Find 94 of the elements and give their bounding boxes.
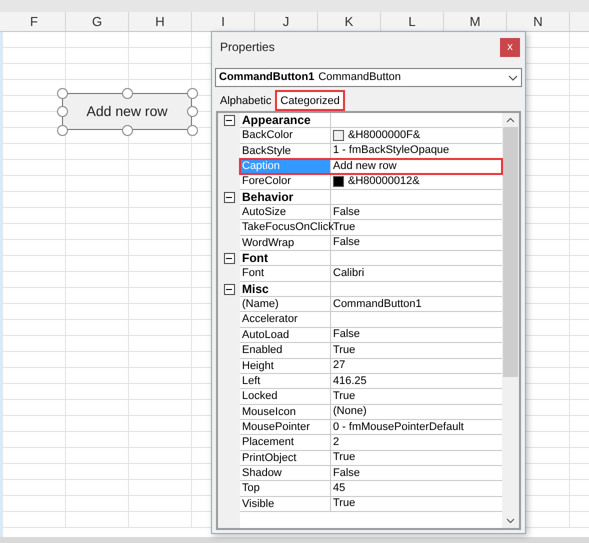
- property-row[interactable]: Shadow False: [240, 466, 502, 482]
- property-row[interactable]: Placement 2: [240, 435, 502, 451]
- property-row[interactable]: (Name) CommandButton1: [240, 297, 502, 312]
- property-row[interactable]: Accelerator: [240, 312, 502, 328]
- property-row[interactable]: Top 45: [240, 481, 502, 497]
- property-name[interactable]: Left: [240, 374, 331, 388]
- property-value[interactable]: &H8000000F&: [348, 128, 420, 144]
- property-value[interactable]: True: [333, 450, 356, 466]
- collapse-icon[interactable]: [224, 115, 234, 126]
- resize-handle[interactable]: [122, 88, 133, 99]
- property-value[interactable]: False: [333, 235, 360, 250]
- property-row[interactable]: Locked True: [240, 389, 502, 405]
- resize-handle[interactable]: [187, 88, 198, 99]
- property-name[interactable]: AutoLoad: [240, 328, 331, 342]
- property-row[interactable]: AutoSize False: [240, 205, 502, 220]
- tab[interactable]: Categorized: [275, 90, 345, 111]
- resize-handle[interactable]: [57, 88, 68, 99]
- property-name[interactable]: MousePointer: [240, 420, 331, 434]
- property-value[interactable]: True: [333, 388, 356, 404]
- property-value[interactable]: 1 - fmBackStyleOpaque: [333, 143, 450, 158]
- property-row[interactable]: ForeColor &H80000012&: [240, 174, 502, 190]
- close-button[interactable]: x: [500, 38, 520, 56]
- tab[interactable]: Alphabetic: [216, 92, 276, 111]
- property-name[interactable]: Accelerator: [240, 312, 331, 327]
- resize-handle[interactable]: [57, 125, 68, 136]
- property-row[interactable]: TakeFocusOnClickTrue: [240, 220, 502, 236]
- property-row[interactable]: BackColor &H8000000F&: [240, 128, 502, 144]
- property-row[interactable]: MousePointer 0 - fmMousePointerDefault: [240, 420, 502, 436]
- window-title: Properties: [220, 39, 275, 56]
- object-dropdown[interactable]: CommandButton1 CommandButton: [215, 68, 522, 87]
- property-value[interactable]: 27: [333, 358, 346, 374]
- object-type: CommandButton: [318, 70, 402, 86]
- property-name[interactable]: PrintObject: [240, 450, 331, 465]
- property-value[interactable]: CommandButton1: [333, 296, 422, 312]
- chevron-down-icon: [506, 518, 515, 524]
- property-value[interactable]: &H80000012&: [348, 174, 420, 190]
- resize-handle[interactable]: [122, 125, 133, 136]
- property-value[interactable]: 416.25: [333, 374, 367, 389]
- property-row[interactable]: Caption Add new row: [240, 159, 502, 174]
- collapse-icon[interactable]: [224, 192, 234, 203]
- property-value[interactable]: False: [333, 204, 360, 220]
- property-name[interactable]: WordWrap: [240, 236, 331, 250]
- property-name[interactable]: Placement: [240, 435, 331, 450]
- property-name[interactable]: BackStyle: [240, 144, 331, 158]
- object-name: CommandButton1: [219, 70, 314, 86]
- property-row[interactable]: Height 27: [240, 358, 502, 374]
- property-name[interactable]: Top: [240, 481, 331, 496]
- collapse-icon[interactable]: [224, 253, 234, 264]
- property-row[interactable]: Left 416.25: [240, 374, 502, 390]
- property-value[interactable]: 2: [333, 434, 340, 450]
- category-name: Misc: [240, 282, 331, 296]
- property-name[interactable]: Font: [240, 266, 331, 281]
- property-value[interactable]: False: [333, 466, 360, 481]
- property-name[interactable]: AutoSize: [240, 205, 331, 220]
- property-name[interactable]: BackColor: [240, 128, 331, 143]
- property-value[interactable]: Add new row: [333, 158, 397, 174]
- vertical-scrollbar[interactable]: [502, 113, 519, 528]
- category-name: Behavior: [240, 190, 331, 204]
- property-name[interactable]: Shadow: [240, 466, 331, 480]
- property-value[interactable]: Calibri: [333, 266, 364, 282]
- property-row[interactable]: AutoLoad False: [240, 328, 502, 344]
- column-header[interactable]: H: [129, 12, 192, 31]
- property-name[interactable]: Visible: [240, 496, 331, 511]
- property-row[interactable]: Visible True: [240, 496, 502, 512]
- resize-handle[interactable]: [187, 106, 198, 117]
- category-name: Appearance: [240, 113, 331, 128]
- property-name[interactable]: (Name): [240, 297, 331, 312]
- column-header[interactable]: F: [3, 12, 66, 31]
- property-name[interactable]: Enabled: [240, 343, 331, 358]
- chevron-up-icon: [506, 117, 515, 123]
- resize-handle[interactable]: [187, 125, 198, 136]
- property-value[interactable]: True: [333, 496, 356, 512]
- chevron-down-icon: [508, 74, 518, 80]
- column-header[interactable]: G: [66, 12, 129, 31]
- resize-handle[interactable]: [57, 106, 68, 117]
- property-value[interactable]: True: [333, 220, 356, 236]
- property-value[interactable]: (None): [333, 404, 367, 420]
- property-value[interactable]: 45: [333, 480, 346, 496]
- property-name[interactable]: MouseIcon: [240, 404, 331, 419]
- property-value[interactable]: 0 - fmMousePointerDefault: [333, 420, 464, 435]
- property-row[interactable]: Enabled True: [240, 343, 502, 358]
- property-name[interactable]: Locked: [240, 389, 331, 404]
- scrollbar-thumb[interactable]: [503, 127, 518, 377]
- category-name: Font: [240, 251, 331, 266]
- property-value[interactable]: False: [333, 327, 360, 342]
- property-name[interactable]: ForeColor: [240, 174, 331, 189]
- property-value[interactable]: True: [333, 342, 356, 358]
- property-row[interactable]: WordWrap False: [240, 236, 502, 252]
- property-row[interactable]: Font Calibri: [240, 266, 502, 282]
- property-name[interactable]: Height: [240, 358, 331, 373]
- command-button[interactable]: Add new row: [62, 93, 192, 130]
- property-row[interactable]: MouseIcon (None): [240, 404, 502, 420]
- collapse-icon[interactable]: [224, 284, 234, 295]
- property-row[interactable]: PrintObject True: [240, 450, 502, 466]
